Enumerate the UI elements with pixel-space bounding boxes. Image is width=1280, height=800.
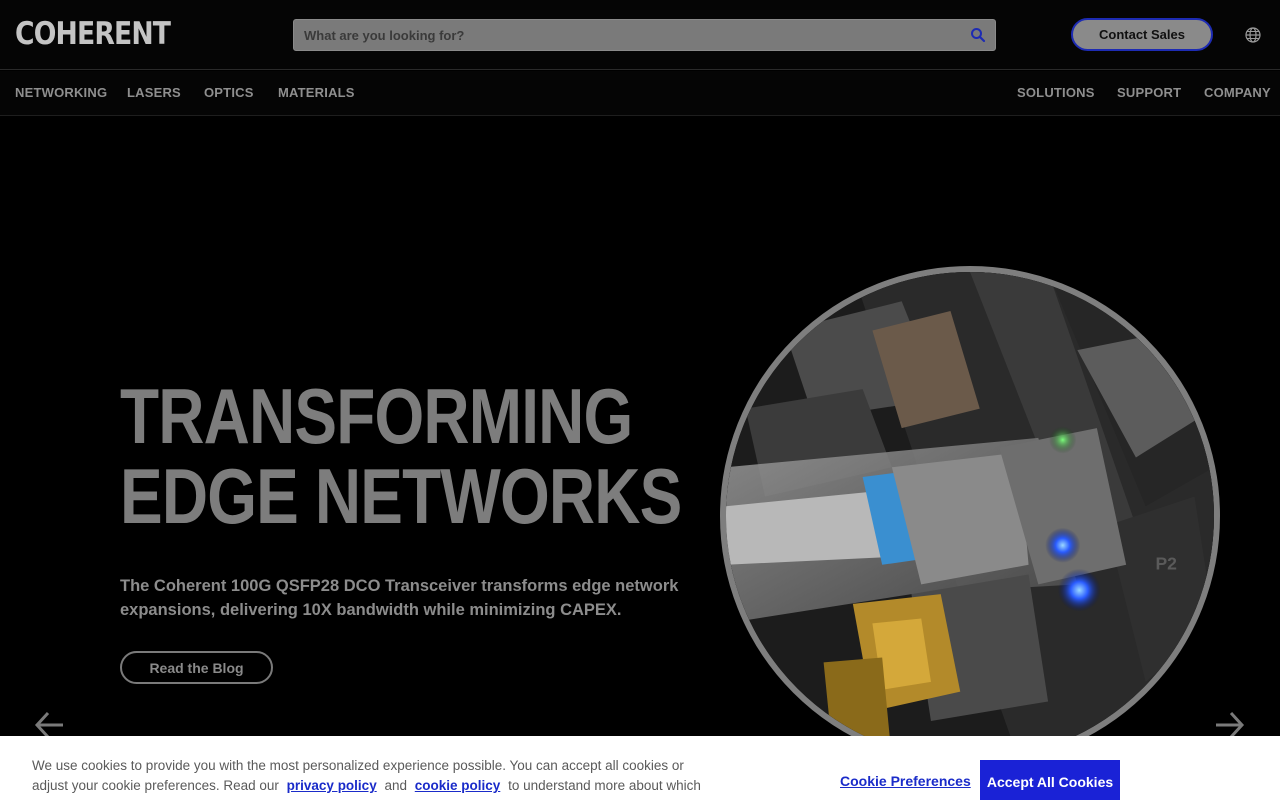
transceiver-photo: P2 [720,266,1220,766]
privacy-policy-link[interactable]: privacy policy [287,778,377,793]
hero-carousel: TRANSFORMING EDGE NETWORKS The Coherent … [0,116,1280,800]
hero-title: TRANSFORMING EDGE NETWORKS [120,372,682,540]
search-input[interactable] [294,20,995,50]
contact-sales-button[interactable]: Contact Sales [1071,18,1213,51]
hero-title-line-1: TRANSFORMING [120,372,633,460]
cookie-policy-link[interactable]: cookie policy [415,778,501,793]
nav-materials[interactable]: MATERIALS [278,71,355,115]
cookie-preferences-link[interactable]: Cookie Preferences [840,773,971,789]
accept-all-cookies-button[interactable]: Accept All Cookies [980,760,1120,800]
hero-description: The Coherent 100G QSFP28 DCO Transceiver… [120,577,679,619]
cookie-message: We use cookies to provide you with the m… [32,756,702,800]
port-label: P2 [1155,554,1177,574]
hero-title-line-2: EDGE NETWORKS [120,452,682,540]
main-nav: NETWORKING LASERS OPTICS MATERIALS SOLUT… [0,71,1280,116]
nav-lasers[interactable]: LASERS [127,71,181,115]
coherent-logo[interactable]: COHERENT [15,17,195,51]
nav-company[interactable]: COMPANY [1204,71,1271,115]
nav-solutions[interactable]: SOLUTIONS [1017,71,1095,115]
globe-icon[interactable] [1244,26,1262,44]
search-icon[interactable] [970,27,986,43]
logo-text: COHERENT [15,16,171,52]
site-header: COHERENT Contact Sales [0,0,1280,70]
nav-optics[interactable]: OPTICS [204,71,254,115]
cookie-banner: We use cookies to provide you with the m… [0,736,1280,800]
nav-networking[interactable]: NETWORKING [15,71,107,115]
nav-support[interactable]: SUPPORT [1117,71,1181,115]
cookie-text-and: and [384,778,407,793]
search-bar [293,19,996,51]
read-blog-button[interactable]: Read the Blog [120,651,273,684]
